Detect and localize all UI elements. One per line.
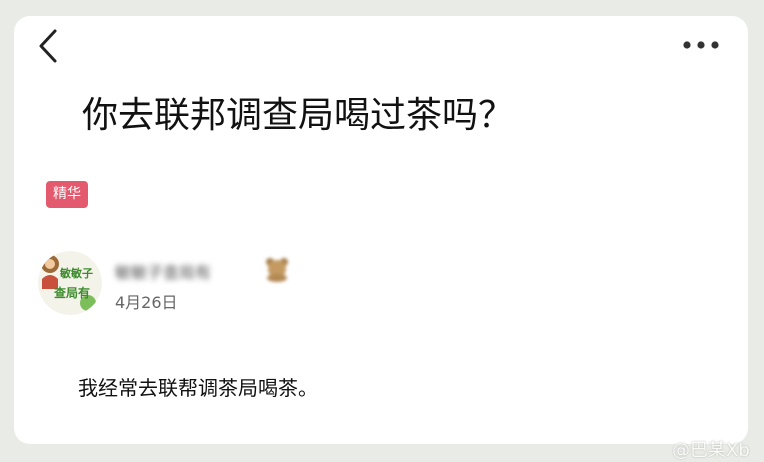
more-options-button[interactable] xyxy=(680,36,722,54)
bear-icon xyxy=(264,256,290,282)
avatar-image: 敏敏子 查局有 xyxy=(38,251,102,315)
author-avatar[interactable]: 敏敏子 查局有 xyxy=(38,251,102,315)
avatar-text: 敏敏子 xyxy=(59,266,93,280)
post-date: 4月26日 xyxy=(115,293,178,312)
author-name[interactable]: 敏敏子查局有 xyxy=(115,259,211,283)
post-card: 你去联邦调查局喝过茶吗？ 精华 敏敏子 查局有 敏敏子查局有 4月26日 我经常… xyxy=(14,16,748,444)
chevron-left-icon xyxy=(39,29,57,63)
more-dots-icon xyxy=(683,41,719,49)
post-title: 你去联邦调查局喝过茶吗？ xyxy=(82,95,515,136)
screenshot-page: 你去联邦调查局喝过茶吗？ 精华 敏敏子 查局有 敏敏子查局有 4月26日 我经常… xyxy=(0,0,764,462)
featured-badge: 精华 xyxy=(46,181,88,208)
post-body: 我经常去联帮调茶局喝茶。 xyxy=(78,376,318,400)
watermark: @巴某Xb xyxy=(672,440,750,461)
back-button[interactable] xyxy=(34,28,64,64)
svg-text:查局有: 查局有 xyxy=(53,285,90,300)
